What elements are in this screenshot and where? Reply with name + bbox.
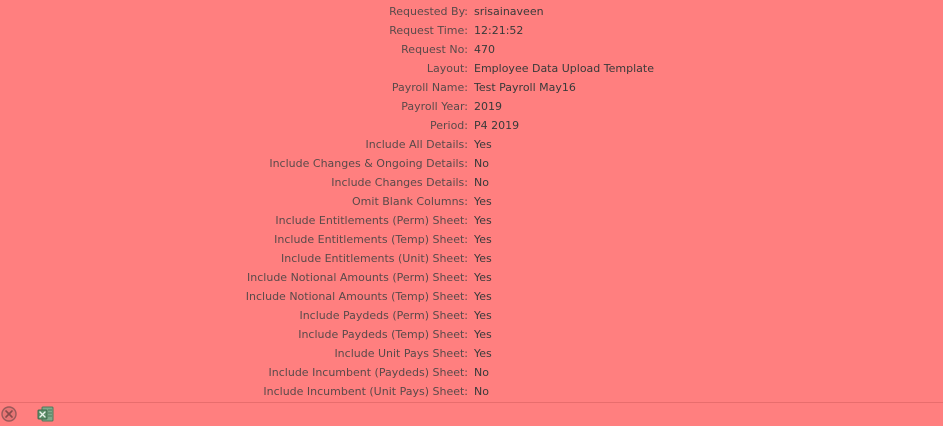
detail-row-entitlements-perm: Include Entitlements (Perm) Sheet: Yes: [0, 211, 943, 230]
detail-label: Include Incumbent (Paydeds) Sheet:: [268, 366, 468, 379]
cancel-icon: [1, 406, 17, 422]
detail-row-payroll-year: Payroll Year: 2019: [0, 97, 943, 116]
detail-row-period: Period: P4 2019: [0, 116, 943, 135]
detail-row-request-no: Request No: 470: [0, 40, 943, 59]
cancel-button[interactable]: [0, 405, 18, 423]
detail-label: Include Paydeds (Perm) Sheet:: [299, 309, 468, 322]
detail-row-omit-blank-columns: Omit Blank Columns: Yes: [0, 192, 943, 211]
detail-label: Include Entitlements (Unit) Sheet:: [281, 252, 468, 265]
detail-value: 12:21:52: [474, 24, 524, 37]
detail-value: Yes: [474, 233, 492, 246]
detail-label: Request Time:: [389, 24, 468, 37]
detail-row-include-changes-details: Include Changes Details: No: [0, 173, 943, 192]
detail-value: Yes: [474, 309, 492, 322]
excel-export-icon: [37, 406, 54, 422]
detail-label: Include Entitlements (Perm) Sheet:: [275, 214, 468, 227]
detail-label: Include Notional Amounts (Temp) Sheet:: [245, 290, 468, 303]
detail-label: Payroll Year:: [401, 100, 468, 113]
detail-value: Employee Data Upload Template: [474, 62, 654, 75]
detail-row-payroll-name: Payroll Name: Test Payroll May16: [0, 78, 943, 97]
detail-label: Include Changes & Ongoing Details:: [269, 157, 468, 170]
detail-row-notional-perm: Include Notional Amounts (Perm) Sheet: Y…: [0, 268, 943, 287]
detail-value: Yes: [474, 271, 492, 284]
excel-export-button[interactable]: [36, 405, 54, 423]
detail-value: Yes: [474, 138, 492, 151]
detail-label: Include Unit Pays Sheet:: [334, 347, 468, 360]
detail-label: Include Incumbent (Unit Pays) Sheet:: [263, 385, 468, 398]
request-details-panel: Requested By: srisainaveen Request Time:…: [0, 0, 943, 402]
detail-value: Yes: [474, 252, 492, 265]
detail-value: Test Payroll May16: [474, 81, 576, 94]
detail-value: Yes: [474, 328, 492, 341]
detail-value: 2019: [474, 100, 502, 113]
detail-label: Period:: [429, 119, 468, 132]
detail-label: Include All Details:: [365, 138, 468, 151]
detail-value: P4 2019: [474, 119, 520, 132]
detail-row-requested-by: Requested By: srisainaveen: [0, 2, 943, 21]
detail-value: No: [474, 366, 489, 379]
detail-value: 470: [474, 43, 495, 56]
detail-label: Requested By:: [389, 5, 468, 18]
detail-row-incumbent-paydeds: Include Incumbent (Paydeds) Sheet: No: [0, 363, 943, 382]
detail-row-paydeds-perm: Include Paydeds (Perm) Sheet: Yes: [0, 306, 943, 325]
detail-label: Include Paydeds (Temp) Sheet:: [298, 328, 468, 341]
detail-row-request-time: Request Time: 12:21:52: [0, 21, 943, 40]
detail-label: Include Notional Amounts (Perm) Sheet:: [247, 271, 468, 284]
detail-row-include-changes-ongoing: Include Changes & Ongoing Details: No: [0, 154, 943, 173]
detail-label: Request No:: [401, 43, 468, 56]
detail-label: Include Entitlements (Temp) Sheet:: [274, 233, 468, 246]
detail-row-paydeds-temp: Include Paydeds (Temp) Sheet: Yes: [0, 325, 943, 344]
detail-row-layout: Layout: Employee Data Upload Template: [0, 59, 943, 78]
detail-value: Yes: [474, 290, 492, 303]
detail-label: Layout:: [426, 62, 468, 75]
detail-value: Yes: [474, 195, 492, 208]
detail-label: Omit Blank Columns:: [352, 195, 468, 208]
detail-rows: Requested By: srisainaveen Request Time:…: [0, 2, 943, 401]
detail-value: No: [474, 385, 489, 398]
bottom-toolbar: [0, 402, 943, 423]
detail-label: Include Changes Details:: [331, 176, 468, 189]
detail-row-unit-pays: Include Unit Pays Sheet: Yes: [0, 344, 943, 363]
detail-row-include-all-details: Include All Details: Yes: [0, 135, 943, 154]
detail-value: srisainaveen: [474, 5, 544, 18]
detail-row-incumbent-unit-pays: Include Incumbent (Unit Pays) Sheet: No: [0, 382, 943, 401]
detail-value: Yes: [474, 214, 492, 227]
detail-value: No: [474, 157, 489, 170]
detail-row-entitlements-temp: Include Entitlements (Temp) Sheet: Yes: [0, 230, 943, 249]
detail-value: No: [474, 176, 489, 189]
detail-row-notional-temp: Include Notional Amounts (Temp) Sheet: Y…: [0, 287, 943, 306]
detail-row-entitlements-unit: Include Entitlements (Unit) Sheet: Yes: [0, 249, 943, 268]
detail-value: Yes: [474, 347, 492, 360]
detail-label: Payroll Name:: [391, 81, 468, 94]
